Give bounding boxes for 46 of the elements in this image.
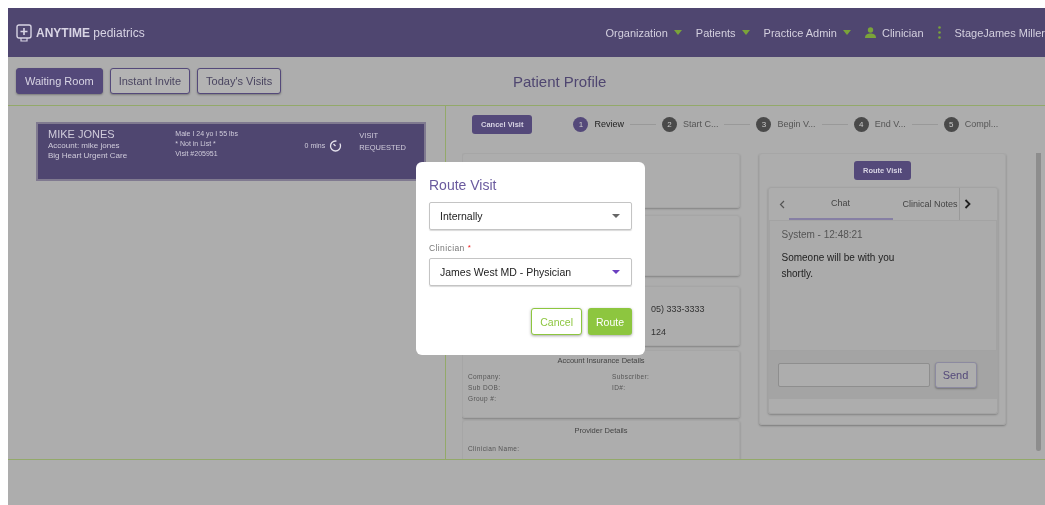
caret-icon xyxy=(741,30,750,35)
field-label: Clinician xyxy=(429,243,465,253)
view-tab[interactable]: Waiting Room xyxy=(16,68,103,94)
dropdown-arrow-icon xyxy=(612,214,620,218)
required-mark: * xyxy=(467,243,471,253)
contact-detail: 124 xyxy=(651,327,668,337)
message-sender: System - 12:48:21 xyxy=(781,229,864,240)
user-icon xyxy=(864,27,876,38)
clinician-select[interactable]: James West MD - Physician xyxy=(429,258,632,286)
timer-icon xyxy=(329,138,343,152)
step-number[interactable]: 1 xyxy=(573,116,589,132)
step-number[interactable]: 2 xyxy=(661,116,677,132)
caret-icon xyxy=(842,30,851,35)
medical-box-icon xyxy=(16,23,32,42)
brand-logo: ANYTIME pediatrics xyxy=(36,25,145,40)
step-number[interactable]: 4 xyxy=(853,116,869,132)
scrollbar[interactable] xyxy=(1036,153,1041,451)
step-label[interactable]: Begin V... xyxy=(777,119,816,129)
page-title: Patient Profile xyxy=(513,73,607,90)
route-type-select[interactable]: Internally xyxy=(429,202,632,230)
clinic-name: Big Heart Urgent Care xyxy=(48,151,129,160)
contact-detail: 05) 333-3333 xyxy=(651,304,706,314)
nav-menu[interactable]: Practice Admin xyxy=(763,26,851,39)
chevron-left-icon[interactable] xyxy=(778,199,785,209)
step-number[interactable]: 3 xyxy=(756,116,772,132)
message-input[interactable] xyxy=(777,363,930,387)
account-name: Account: mike jones xyxy=(48,141,121,150)
user-menu[interactable]: Clinician xyxy=(864,26,924,39)
chat-message: Someone will be with you shortly. xyxy=(781,251,896,281)
step-number[interactable]: 5 xyxy=(943,116,959,132)
nav-menu[interactable]: Patients xyxy=(695,26,750,39)
account-menu[interactable]: StageJames Miller xyxy=(954,26,1045,39)
step-label[interactable]: End V... xyxy=(874,119,906,129)
dropdown-arrow-icon xyxy=(612,270,620,274)
view-tab[interactable]: Instant Invite xyxy=(109,68,191,94)
step-label[interactable]: Review xyxy=(594,119,624,129)
patient-name: MIKE JONES xyxy=(48,128,116,140)
caret-icon xyxy=(673,30,682,35)
dialog-title: Route Visit xyxy=(429,177,498,193)
send-button[interactable]: Send xyxy=(934,362,977,388)
view-tab[interactable]: Today's Visits xyxy=(197,68,282,94)
chevron-right-icon[interactable] xyxy=(963,199,971,209)
nav-menu[interactable]: Organization xyxy=(605,26,682,39)
step-label[interactable]: Start C... xyxy=(682,119,719,129)
kebab-menu-icon[interactable] xyxy=(937,26,941,39)
step-label[interactable]: Compl... xyxy=(964,119,999,129)
